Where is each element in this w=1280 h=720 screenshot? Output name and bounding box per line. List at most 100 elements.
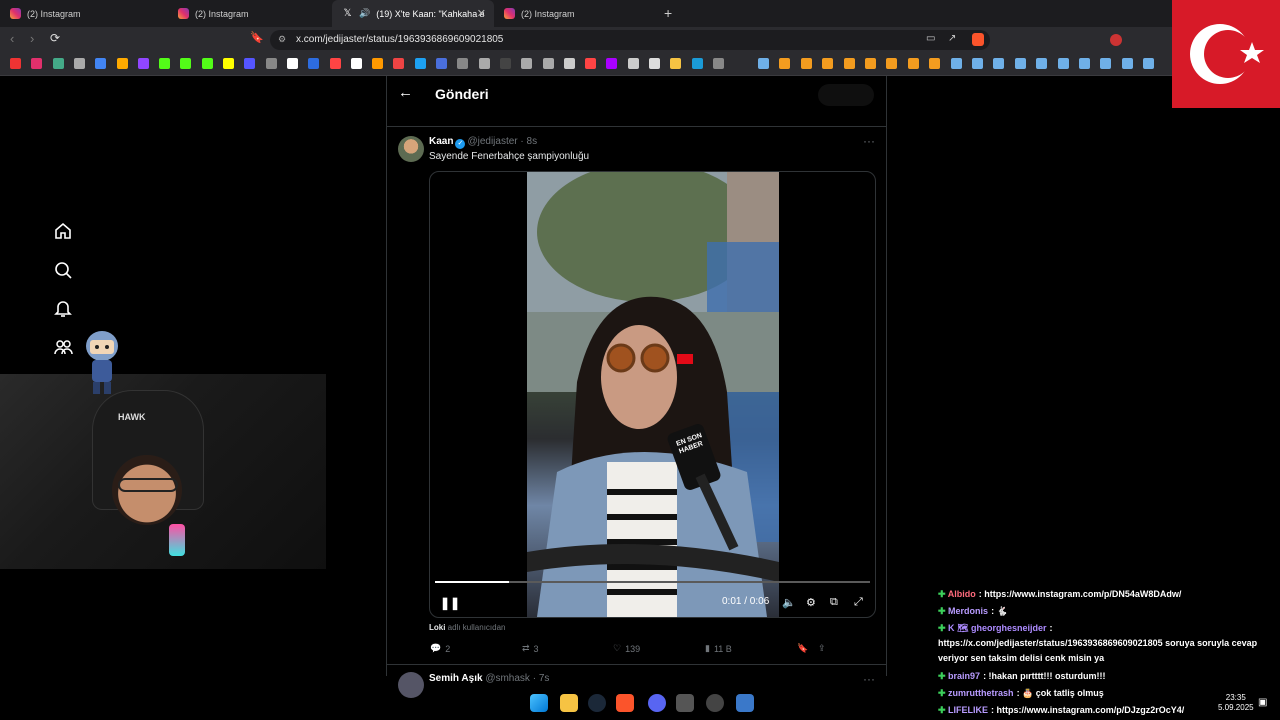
bookmark-favicon-icon[interactable]	[499, 58, 511, 69]
bookmark-favicon-icon[interactable]	[10, 58, 21, 69]
bookmark-folder-icon[interactable]	[907, 58, 919, 69]
bookmark-button[interactable]: 🔖	[797, 643, 808, 654]
bookmark-favicon-icon[interactable]	[372, 58, 384, 69]
steam-bookmark-icon[interactable]	[1100, 58, 1112, 69]
bookmark-favicon-icon[interactable]	[414, 58, 426, 69]
more-options-icon[interactable]: ···	[863, 134, 875, 148]
bookmark-favicon-icon[interactable]	[286, 58, 298, 69]
caption-user[interactable]: Loki	[429, 623, 445, 632]
bookmark-favicon-icon[interactable]	[606, 58, 618, 69]
bookmark-folder-icon[interactable]	[843, 58, 855, 69]
bookmark-favicon-icon[interactable]	[223, 58, 234, 69]
back-arrow-icon[interactable]: ←	[398, 84, 413, 101]
settings-gear-icon[interactable]: ⚙	[806, 596, 816, 609]
bookmark-favicon-icon[interactable]	[563, 58, 575, 69]
bookmark-folder-icon[interactable]	[800, 58, 812, 69]
brave-browser-icon[interactable]	[616, 694, 634, 712]
bookmark-folder-icon[interactable]	[865, 58, 876, 69]
steam-bookmark-icon[interactable]	[972, 58, 983, 69]
reply-author-handle[interactable]: @smhask · 7s	[485, 673, 549, 684]
browser-tab[interactable]: (2) Instagram	[494, 0, 662, 27]
chat-username[interactable]: Merdonis	[948, 606, 988, 616]
bookmark-favicon-icon[interactable]	[691, 58, 703, 69]
site-settings-icon[interactable]: ⚙	[278, 34, 286, 45]
browser-tab[interactable]: (2) Instagram	[0, 0, 168, 27]
bookmark-favicon-icon[interactable]	[116, 58, 128, 69]
bookmark-favicon-icon[interactable]	[649, 58, 660, 69]
browser-tab-active[interactable]: 𝕏 🔊 (19) X'te Kaan: "Kahkaha atıyo ✕	[332, 0, 494, 27]
bookmark-favicon-icon[interactable]	[159, 58, 171, 69]
steam-bookmark-icon[interactable]	[1079, 58, 1090, 69]
bookmark-favicon-icon[interactable]	[457, 58, 469, 69]
bookmark-favicon-icon[interactable]	[585, 58, 597, 69]
browser-tab[interactable]: (2) Instagram	[168, 0, 332, 27]
new-tab-button[interactable]: +	[664, 5, 672, 21]
bookmark-favicon-icon[interactable]	[712, 58, 724, 69]
like-button[interactable]: ♡ 139	[613, 643, 640, 654]
bookmark-favicon-icon[interactable]	[265, 58, 277, 69]
steam-bookmark-icon[interactable]	[1057, 58, 1069, 69]
forward-arrow-icon[interactable]: ›	[30, 31, 34, 46]
header-button[interactable]	[818, 84, 874, 106]
steam-bookmark-icon[interactable]	[950, 58, 962, 69]
chat-username[interactable]: Albido	[948, 589, 976, 599]
bookmark-favicon-icon[interactable]	[308, 58, 320, 69]
bookmark-folder-icon[interactable]	[929, 58, 941, 69]
bookmark-favicon-icon[interactable]	[350, 58, 362, 69]
share-button[interactable]: ⇪	[818, 643, 826, 654]
chat-username[interactable]: brain97	[948, 671, 980, 681]
reload-icon[interactable]: ⟳	[50, 31, 60, 45]
steam-icon[interactable]	[588, 694, 606, 712]
bookmark-favicon-icon[interactable]	[244, 58, 256, 69]
share-icon[interactable]: ↗	[948, 33, 956, 44]
bookmark-folder-icon[interactable]	[779, 58, 791, 69]
author-name[interactable]: Kaan	[429, 136, 453, 147]
bookmark-favicon-icon[interactable]	[95, 58, 107, 69]
chat-username[interactable]: K 🗺 gheorghesneijder	[948, 623, 1046, 633]
avatar[interactable]	[398, 136, 424, 162]
speaker-icon[interactable]: 🔊	[359, 8, 370, 19]
views-button[interactable]: ▮ 11 B	[705, 643, 732, 654]
steam-bookmark-icon[interactable]	[1121, 58, 1133, 69]
bookmark-favicon-icon[interactable]	[137, 58, 149, 69]
reply-author-name[interactable]: Semih Aşık	[429, 673, 483, 684]
steam-bookmark-icon[interactable]	[993, 58, 1005, 69]
cast-icon[interactable]: ▭	[926, 33, 935, 44]
steam-bookmark-icon[interactable]	[1143, 58, 1155, 69]
reply-button[interactable]: 💬 2	[430, 643, 450, 654]
video-frame[interactable]: EN SON HABER	[527, 172, 779, 617]
more-options-icon[interactable]: ···	[863, 672, 875, 686]
bookmark-favicon-icon[interactable]	[436, 58, 447, 69]
fullscreen-icon[interactable]: ⤢	[854, 596, 863, 609]
bookmark-folder-icon[interactable]	[886, 58, 898, 69]
volume-icon[interactable]: 🔈	[782, 596, 796, 609]
home-icon[interactable]	[53, 221, 73, 241]
bookmark-icon[interactable]: 🔖	[250, 31, 264, 44]
bookmark-folder-icon[interactable]	[822, 58, 834, 69]
bookmark-favicon-icon[interactable]	[478, 58, 490, 69]
bookmark-favicon-icon[interactable]	[627, 58, 639, 69]
notifications-bell-icon[interactable]	[53, 298, 73, 318]
repost-button[interactable]: ⇄ 3	[522, 643, 539, 654]
bookmark-favicon-icon[interactable]	[670, 58, 682, 69]
bookmark-favicon-icon[interactable]	[521, 58, 533, 69]
search-icon[interactable]	[53, 260, 73, 280]
communities-icon[interactable]	[53, 337, 73, 357]
steam-bookmark-icon[interactable]	[1014, 58, 1026, 69]
author-handle[interactable]: @jedijaster · 8s	[467, 136, 537, 147]
bookmark-favicon-icon[interactable]	[201, 58, 213, 69]
extension-icon[interactable]	[1110, 34, 1122, 46]
system-clock[interactable]: 23:35 5.09.2025	[1218, 693, 1254, 713]
app-icon[interactable]	[676, 694, 694, 712]
bookmark-favicon-icon[interactable]	[542, 58, 554, 69]
close-tab-button[interactable]: ✕	[477, 7, 486, 20]
bookmark-favicon-icon[interactable]	[329, 58, 341, 69]
steam-bookmark-icon[interactable]	[758, 58, 769, 69]
bookmark-favicon-icon[interactable]	[180, 58, 192, 69]
notification-icon[interactable]: ▣	[1258, 697, 1267, 708]
discord-icon[interactable]	[648, 694, 666, 712]
bookmark-favicon-icon[interactable]	[73, 58, 85, 69]
windows-start-icon[interactable]	[530, 694, 548, 712]
brave-shields-icon[interactable]	[972, 33, 984, 46]
bookmark-favicon-icon[interactable]	[52, 58, 64, 69]
